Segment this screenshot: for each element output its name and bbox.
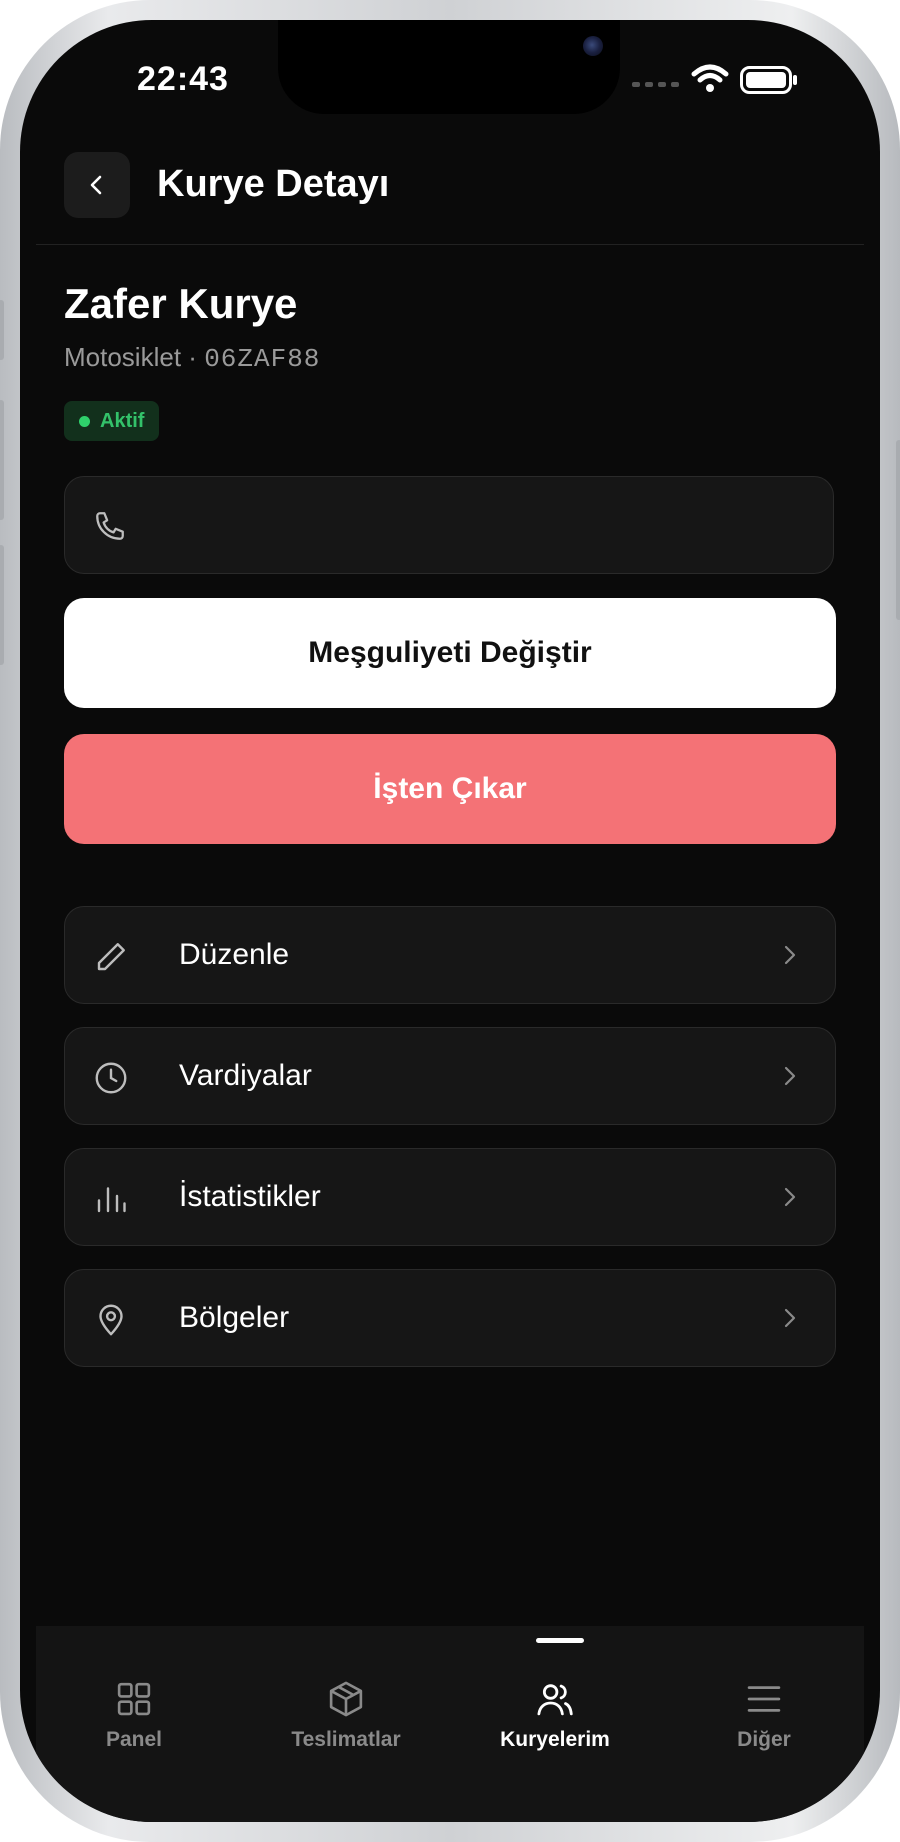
tab-label: Diğer bbox=[737, 1728, 791, 1751]
tab-label: Teslimatlar bbox=[291, 1728, 401, 1751]
volume-up-button bbox=[0, 400, 4, 520]
menu-item-label: Düzenle bbox=[179, 938, 290, 971]
front-camera bbox=[583, 36, 603, 56]
tab-label: Kuryelerim bbox=[500, 1728, 610, 1751]
license-plate: 06ZAF88 bbox=[204, 344, 321, 374]
menu-item-regions[interactable]: Bölgeler bbox=[64, 1269, 836, 1367]
chevron-right-icon bbox=[784, 1187, 796, 1207]
status-dot-icon bbox=[79, 415, 90, 427]
menu-item-shifts[interactable]: Vardiyalar bbox=[64, 1027, 836, 1125]
subtitle-separator: · bbox=[188, 342, 197, 372]
battery-icon bbox=[740, 66, 797, 94]
clock-icon bbox=[95, 1062, 127, 1094]
menu-item-statistics[interactable]: İstatistikler bbox=[64, 1148, 836, 1246]
map-pin-icon bbox=[99, 1304, 123, 1336]
menu-item-label: Bölgeler bbox=[179, 1301, 290, 1334]
courier-name: Zafer Kurye bbox=[64, 280, 298, 327]
grid-icon bbox=[117, 1682, 151, 1716]
status-time: 22:43 bbox=[137, 60, 229, 98]
menu-item-edit[interactable]: Düzenle bbox=[64, 906, 836, 1004]
phone-frame: 22:43 Kurye Detayı Zafer Kurye Motosikle… bbox=[0, 0, 900, 1842]
volume-down-button bbox=[0, 545, 4, 665]
app-screen: 22:43 Kurye Detayı Zafer Kurye Motosikle… bbox=[20, 20, 880, 1822]
cellular-signal-icon bbox=[632, 82, 679, 87]
wifi-icon bbox=[691, 64, 729, 92]
active-tab-indicator bbox=[536, 1638, 584, 1643]
bar-chart-icon bbox=[97, 1187, 126, 1213]
box-icon bbox=[329, 1681, 363, 1717]
courier-subtitle: Motosiklet · 06ZAF88 bbox=[64, 342, 320, 374]
chevron-right-icon bbox=[784, 1066, 796, 1086]
tab-label: Panel bbox=[105, 1728, 163, 1751]
mute-switch bbox=[0, 300, 4, 360]
notch bbox=[278, 20, 620, 114]
users-icon bbox=[537, 1684, 573, 1716]
vehicle-type: Motosiklet bbox=[64, 342, 182, 372]
header-divider bbox=[36, 244, 864, 245]
status-label: Aktif bbox=[100, 409, 145, 432]
chevron-left-icon bbox=[90, 175, 102, 195]
status-badge: Aktif bbox=[64, 401, 160, 441]
tab-more[interactable]: Diğer bbox=[664, 1678, 864, 1752]
tab-panel[interactable]: Panel bbox=[34, 1678, 234, 1752]
chevron-right-icon bbox=[784, 945, 796, 965]
phone-field[interactable] bbox=[64, 476, 834, 574]
fire-courier-button[interactable]: İşten Çıkar bbox=[64, 734, 836, 844]
phone-icon bbox=[96, 512, 124, 540]
pencil-icon bbox=[97, 943, 125, 971]
menu-item-label: Vardiyalar bbox=[179, 1059, 312, 1092]
menu-icon bbox=[747, 1686, 781, 1712]
tab-deliveries[interactable]: Teslimatlar bbox=[246, 1678, 446, 1752]
page-title: Kurye Detayı bbox=[157, 163, 390, 205]
toggle-busy-button[interactable]: Meşguliyeti Değiştir bbox=[64, 598, 836, 708]
menu-item-label: İstatistikler bbox=[179, 1180, 321, 1213]
chevron-right-icon bbox=[784, 1308, 796, 1328]
tab-couriers[interactable]: Kuryelerim bbox=[455, 1678, 655, 1752]
back-button[interactable] bbox=[64, 152, 130, 218]
power-button bbox=[896, 440, 900, 620]
